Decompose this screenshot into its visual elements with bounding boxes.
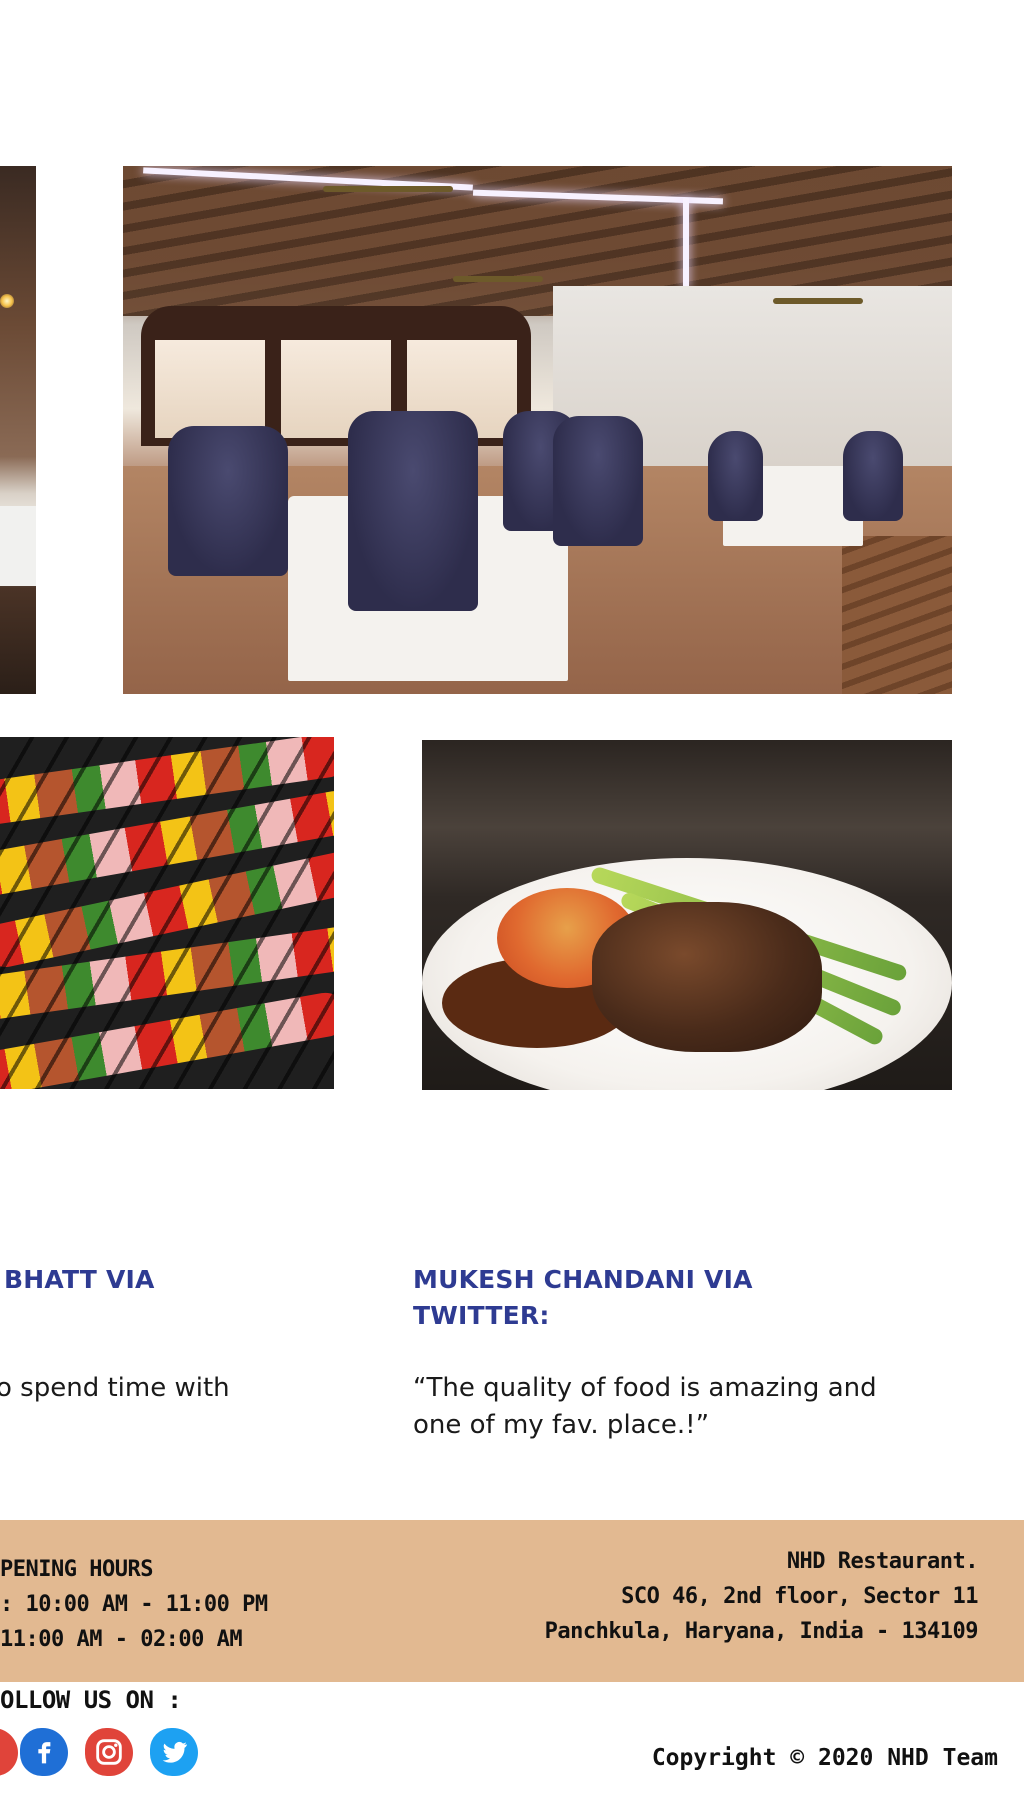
tablecloth xyxy=(0,506,36,586)
steak-photo xyxy=(422,740,952,1090)
address-name: NHD Restaurant. xyxy=(786,1549,979,1574)
testimonial-2-quote-line1: “The quality of food is amazing and xyxy=(413,1373,877,1403)
wood-floor xyxy=(842,536,952,694)
lamp-glow xyxy=(0,294,14,308)
social-link-cropped[interactable] xyxy=(0,1728,18,1776)
opening-hours-weekday: : 10:00 AM - 11:00 PM xyxy=(0,1592,268,1617)
opening-hours-weekend: 11:00 AM - 02:00 AM xyxy=(0,1627,243,1652)
chair xyxy=(843,431,903,521)
testimonial-1-quote: o spend time with xyxy=(0,1373,230,1403)
opening-hours-heading: PENING HOURS xyxy=(0,1557,153,1582)
chair xyxy=(553,416,643,546)
ceiling-light-strip xyxy=(683,198,689,288)
restaurant-photo-left-cropped xyxy=(0,166,36,694)
instagram-link[interactable] xyxy=(85,1728,133,1776)
testimonial-2-quote-line2: one of my fav. place.!” xyxy=(413,1410,710,1440)
address-street: SCO 46, 2nd floor, Sector 11 xyxy=(621,1584,978,1609)
chair xyxy=(168,426,288,576)
kebab-photo xyxy=(0,737,334,1089)
follow-us-label: OLLOW US ON : xyxy=(0,1686,182,1714)
facebook-link[interactable] xyxy=(20,1728,68,1776)
chair xyxy=(708,431,763,521)
instagram-icon xyxy=(96,1739,122,1765)
chandelier xyxy=(453,276,543,282)
chandelier xyxy=(773,298,863,304)
chair xyxy=(348,411,478,611)
testimonial-2-name-line1: MUKESH CHANDANI VIA xyxy=(413,1265,753,1294)
facebook-icon xyxy=(38,1742,51,1764)
testimonial-2-name-line2: TWITTER: xyxy=(413,1301,550,1330)
testimonial-1-name: BHATT VIA xyxy=(4,1265,155,1294)
restaurant-interior-photo xyxy=(123,166,952,694)
chandelier xyxy=(323,186,453,192)
copyright-text: Copyright © 2020 NHD Team xyxy=(651,1745,998,1771)
twitter-icon xyxy=(162,1741,187,1763)
grill-grate xyxy=(0,737,334,1089)
twitter-link[interactable] xyxy=(150,1728,198,1776)
address-city: Panchkula, Haryana, India - 134109 xyxy=(544,1619,979,1644)
steak xyxy=(592,902,822,1052)
